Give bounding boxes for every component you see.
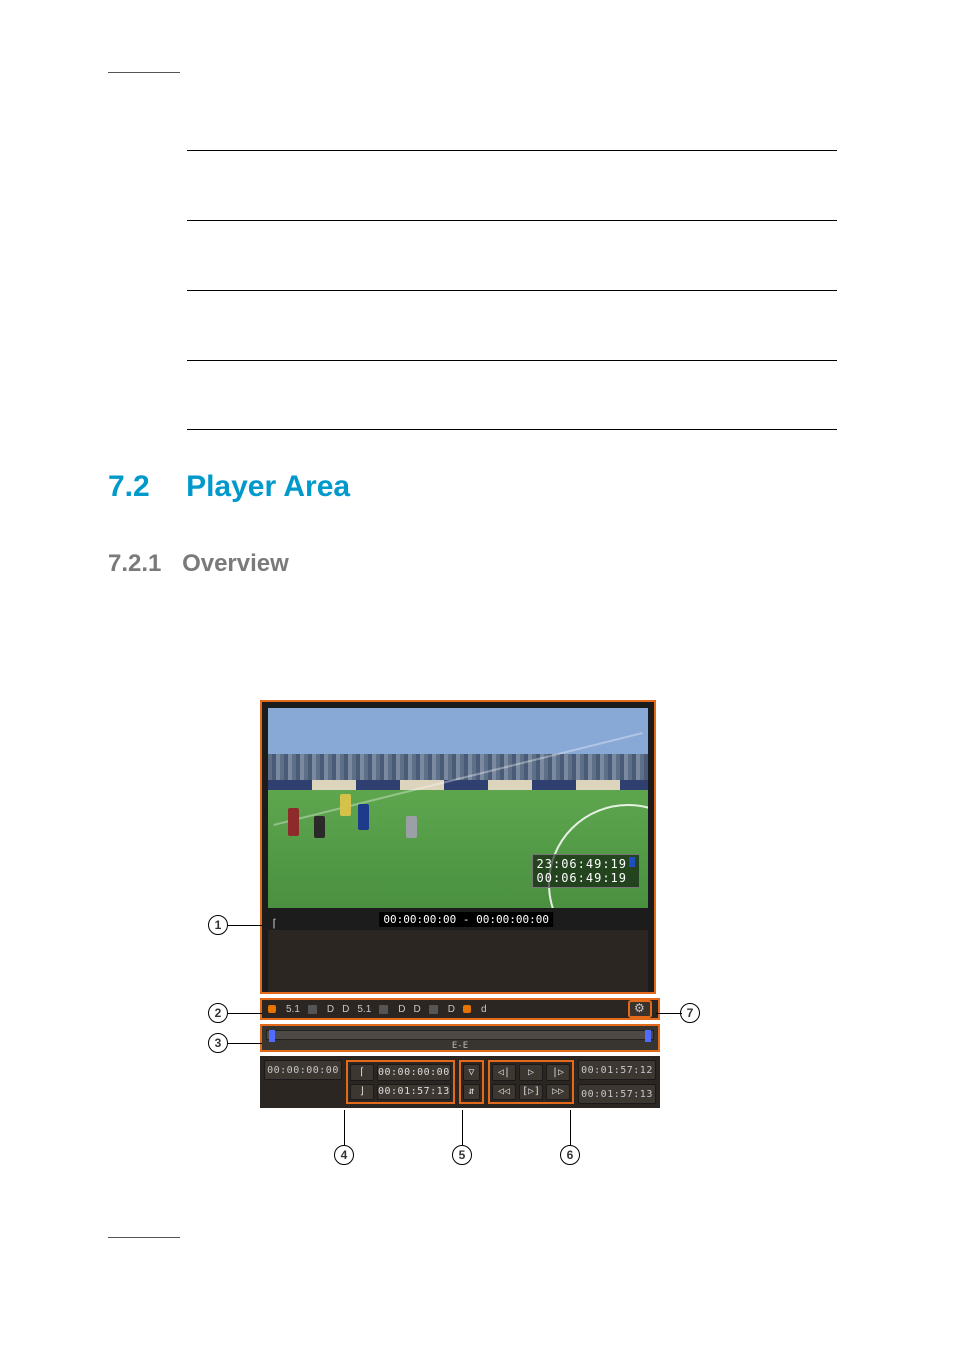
settings-button[interactable] <box>628 1000 652 1018</box>
audio-led-icon <box>429 1005 438 1014</box>
heading-level-3: 7.2.1 Overview <box>108 550 289 578</box>
heading-number: 7.2.1 <box>108 550 161 577</box>
leader-line <box>228 1043 262 1044</box>
leader-line <box>228 925 262 926</box>
table-row <box>187 360 837 430</box>
audio-ch-label: D <box>398 1004 405 1015</box>
player-graphic <box>358 804 369 830</box>
rewind-button[interactable]: ◁◁ <box>492 1084 516 1101</box>
player-graphic <box>288 808 299 836</box>
audio-channel-bar: 5.1 D D 5.1 D D D d <box>260 998 660 1020</box>
audio-ch-label: 5.1 <box>357 1004 371 1015</box>
callout-6: 6 <box>560 1145 580 1165</box>
audio-led-icon <box>463 1005 471 1013</box>
goto-timecode-field[interactable]: 00:00:00:00 <box>264 1060 342 1080</box>
heading-number: 7.2 <box>108 470 150 503</box>
audio-ch-label: 5.1 <box>286 1004 300 1015</box>
mark-out-tc: 00:01:57:13 <box>377 1084 451 1101</box>
mode-group: ▽ ⇵ <box>459 1060 484 1104</box>
transport-group: ◁| ▷ |▷ ◁◁ [▷] ▷▷ <box>488 1060 574 1104</box>
page-header-rule <box>108 72 180 73</box>
mark-out-button[interactable]: ⌋ <box>350 1084 374 1101</box>
callout-1: 1 <box>208 915 228 935</box>
step-forward-button[interactable]: |▷ <box>546 1064 570 1081</box>
leader-line <box>228 1013 262 1014</box>
osd-timecode-overlay: 23:06:49:19 00:06:49:19 <box>532 854 640 888</box>
ee-mode-label: E-E <box>452 1041 468 1051</box>
flag-icon <box>629 857 635 867</box>
total-tc: 00:01:57:13 <box>578 1084 656 1104</box>
table-row <box>187 220 837 290</box>
mark-in-handle[interactable] <box>269 1030 275 1042</box>
leader-line <box>656 1013 682 1014</box>
player-graphic <box>340 794 351 816</box>
player-area-figure: 23:06:49:19 00:06:49:19 ⌈ 00:00:00:00 - … <box>260 700 660 1108</box>
mark-group: ⌈ 00:00:00:00 ⌋ 00:01:57:13 <box>346 1060 455 1104</box>
step-back-button[interactable]: ◁| <box>492 1064 516 1081</box>
osd-tc-line-2: 00:06:49:19 <box>537 871 635 885</box>
page-footer-rule <box>108 1237 180 1238</box>
mark-in-tc: 00:00:00:00 <box>377 1064 451 1081</box>
fast-forward-button[interactable]: ▷▷ <box>546 1084 570 1101</box>
callout-5: 5 <box>452 1145 472 1165</box>
mark-out-handle[interactable] <box>645 1030 651 1042</box>
thumbnail-strip <box>268 930 648 992</box>
audio-ch-label: D <box>448 1004 455 1015</box>
scrub-bar[interactable]: E-E <box>260 1024 660 1052</box>
dropdown-button[interactable]: ▽ <box>463 1064 480 1081</box>
transport-controls: 00:00:00:00 ⌈ 00:00:00:00 ⌋ 00:01:57:13 … <box>260 1056 660 1108</box>
play-in-out-button[interactable]: [▷] <box>519 1084 543 1101</box>
table-row <box>187 150 837 220</box>
osd-tc-line-1: 23:06:49:19 <box>537 857 627 871</box>
heading-text: Overview <box>182 550 289 577</box>
leader-line <box>344 1110 345 1145</box>
audio-led-icon <box>379 1005 388 1014</box>
video-display-panel: 23:06:49:19 00:06:49:19 ⌈ 00:00:00:00 - … <box>260 700 656 994</box>
audio-led-icon <box>308 1005 317 1014</box>
swap-button[interactable]: ⇵ <box>463 1084 480 1101</box>
audio-led-icon <box>268 1005 276 1013</box>
audio-ch-label: D <box>327 1004 334 1015</box>
audio-ch-label: D <box>342 1004 349 1015</box>
leader-line <box>570 1110 571 1145</box>
play-button[interactable]: ▷ <box>519 1064 543 1081</box>
timeline-track[interactable] <box>266 1030 654 1040</box>
callout-4: 4 <box>334 1145 354 1165</box>
leader-line <box>462 1110 463 1145</box>
callout-2: 2 <box>208 1003 228 1023</box>
player-graphic <box>406 816 417 838</box>
mark-in-button[interactable]: ⌈ <box>350 1064 374 1081</box>
preceding-table <box>187 150 837 430</box>
player-graphic <box>314 816 325 838</box>
duration-tc: 00:01:57:12 <box>578 1060 656 1080</box>
callout-7: 7 <box>680 1003 700 1023</box>
ad-banner-graphic <box>268 780 648 790</box>
mark-bracket-icon: ⌈ <box>271 917 278 930</box>
heading-level-2: 7.2 Player Area <box>108 470 350 504</box>
heading-text: Player Area <box>186 470 350 503</box>
callout-3: 3 <box>208 1033 228 1053</box>
audio-ch-label: d <box>481 1004 487 1015</box>
clip-range-label: 00:00:00:00 - 00:00:00:00 <box>379 912 553 927</box>
blank <box>264 1084 342 1104</box>
audio-ch-label: D <box>414 1004 421 1015</box>
table-row <box>187 290 837 360</box>
video-frame: 23:06:49:19 00:06:49:19 <box>268 708 648 908</box>
